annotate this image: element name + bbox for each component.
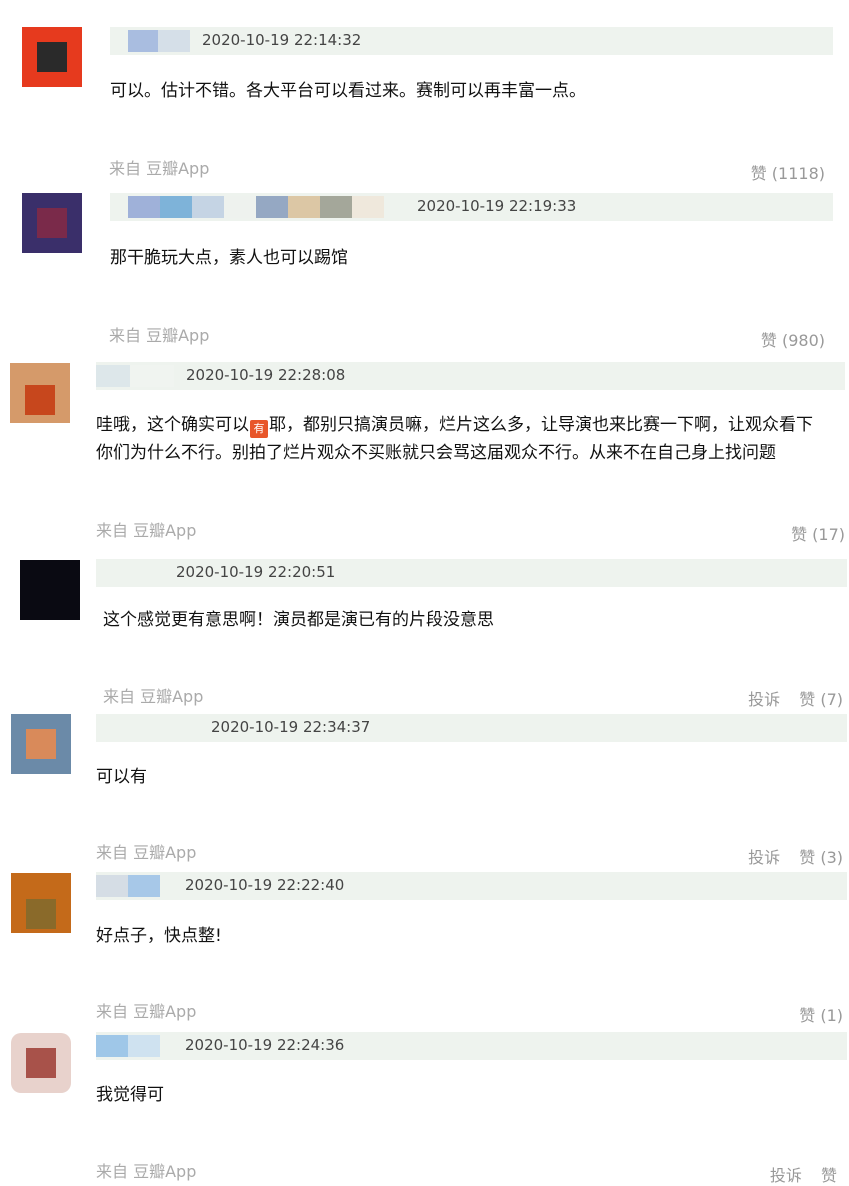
comment-source: 来自 豆瓣App bbox=[103, 687, 204, 706]
username-blurred[interactable] bbox=[96, 717, 196, 739]
comment-meta-bar: 2020-10-19 22:34:37 bbox=[96, 714, 847, 742]
comment-actions: 赞 (980) bbox=[747, 327, 825, 351]
comment-source: 来自 豆瓣App bbox=[96, 521, 197, 540]
user-avatar[interactable] bbox=[11, 714, 71, 774]
username-blurred[interactable] bbox=[128, 196, 384, 218]
comment-meta-bar: 2020-10-19 22:20:51 bbox=[96, 559, 847, 587]
user-avatar[interactable] bbox=[22, 27, 82, 87]
comment-actions: 赞 (17) bbox=[777, 521, 845, 545]
comment-source: 来自 豆瓣App bbox=[109, 159, 210, 178]
username-blurred[interactable] bbox=[128, 30, 190, 52]
comment-text: 可以。估计不错。各大平台可以看过来。赛制可以再丰富一点。 bbox=[110, 81, 586, 101]
comment-timestamp: 2020-10-19 22:14:32 bbox=[202, 31, 362, 49]
like-button[interactable]: 赞 (1) bbox=[799, 1006, 843, 1025]
comment-actions: 赞 (1) bbox=[785, 1002, 843, 1026]
like-button[interactable]: 赞 bbox=[821, 1166, 837, 1185]
emoji-badge: 有 bbox=[250, 420, 268, 438]
comment-text-part: 哇哦，这个确实可以 bbox=[96, 415, 249, 435]
comment-timestamp: 2020-10-19 22:24:36 bbox=[185, 1036, 345, 1054]
comment-actions: 投诉 赞 bbox=[756, 1162, 837, 1186]
report-button[interactable]: 投诉 bbox=[770, 1166, 802, 1185]
like-button[interactable]: 赞 (980) bbox=[761, 331, 825, 350]
comment-text: 哇哦，这个确实可以有耶，都别只搞演员嘛，烂片这么多，让导演也来比赛一下啊，让观众… bbox=[96, 410, 813, 440]
user-avatar[interactable] bbox=[11, 873, 71, 933]
comment-timestamp: 2020-10-19 22:20:51 bbox=[176, 563, 336, 581]
username-blurred[interactable] bbox=[96, 875, 160, 897]
comment-text-part: 耶，都别只搞演员嘛，烂片这么多，让导演也来比赛一下啊，让观众看下 bbox=[269, 415, 813, 435]
comment-meta-bar: 2020-10-19 22:14:32 bbox=[110, 27, 833, 55]
like-button[interactable]: 赞 (7) bbox=[799, 690, 843, 709]
comment-source: 来自 豆瓣App bbox=[109, 326, 210, 345]
comment-text: 这个感觉更有意思啊！演员都是演已有的片段没意思 bbox=[103, 610, 494, 630]
comment-meta-bar: 2020-10-19 22:24:36 bbox=[96, 1032, 847, 1060]
comment-text-line2: 你们为什么不行。别拍了烂片观众不买账就只会骂这届观众不行。从来不在自己身上找问题 bbox=[96, 443, 776, 463]
comment-timestamp: 2020-10-19 22:34:37 bbox=[211, 718, 371, 736]
report-button[interactable]: 投诉 bbox=[748, 848, 780, 867]
comment-meta-bar: 2020-10-19 22:22:40 bbox=[96, 872, 847, 900]
comment-actions: 赞 (1118) bbox=[737, 160, 825, 184]
user-avatar[interactable] bbox=[22, 193, 82, 253]
comment-timestamp: 2020-10-19 22:22:40 bbox=[185, 876, 345, 894]
comment-text: 那干脆玩大点，素人也可以踢馆 bbox=[110, 248, 348, 268]
username-blurred[interactable] bbox=[96, 562, 166, 584]
username-blurred[interactable] bbox=[96, 365, 174, 387]
comment-source: 来自 豆瓣App bbox=[96, 1162, 197, 1181]
like-button[interactable]: 赞 (1118) bbox=[751, 164, 825, 183]
comment-timestamp: 2020-10-19 22:28:08 bbox=[186, 366, 346, 384]
comment-source: 来自 豆瓣App bbox=[96, 843, 197, 862]
user-avatar[interactable] bbox=[11, 1033, 71, 1093]
like-button[interactable]: 赞 (17) bbox=[791, 525, 845, 544]
comment-text: 我觉得可 bbox=[96, 1085, 164, 1105]
comment-meta-bar: 2020-10-19 22:19:33 bbox=[110, 193, 833, 221]
comment-text: 好点子，快点整! bbox=[96, 926, 222, 946]
like-button[interactable]: 赞 (3) bbox=[799, 848, 843, 867]
user-avatar[interactable] bbox=[20, 560, 80, 620]
comment-timestamp: 2020-10-19 22:19:33 bbox=[417, 197, 577, 215]
user-avatar[interactable] bbox=[10, 363, 70, 423]
report-button[interactable]: 投诉 bbox=[748, 690, 780, 709]
comment-text: 可以有 bbox=[96, 767, 147, 787]
comment-actions: 投诉 赞 (3) bbox=[734, 844, 843, 868]
comment-meta-bar: 2020-10-19 22:28:08 bbox=[96, 362, 845, 390]
comment-actions: 投诉 赞 (7) bbox=[734, 686, 843, 710]
username-blurred[interactable] bbox=[96, 1035, 160, 1057]
comment-source: 来自 豆瓣App bbox=[96, 1002, 197, 1021]
